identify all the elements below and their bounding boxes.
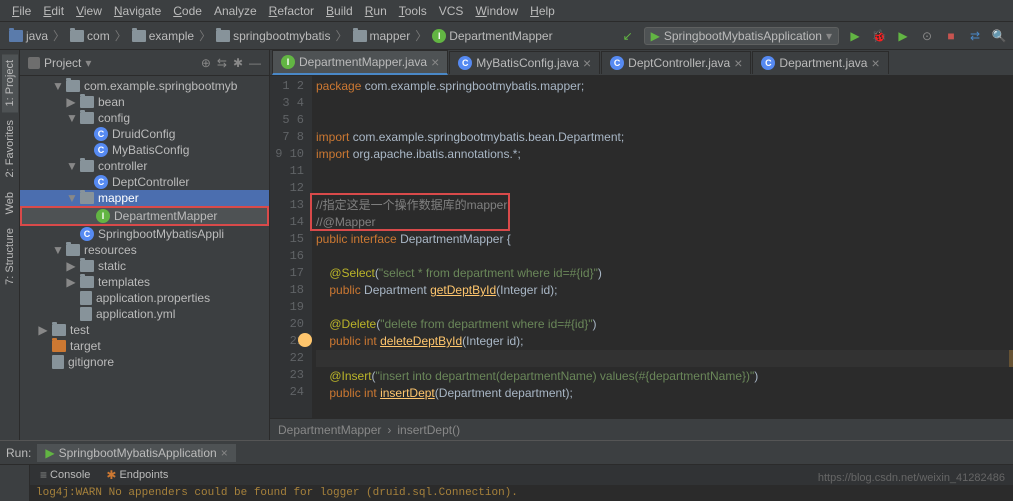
breadcrumb-mapper[interactable]: mapper: [350, 28, 414, 44]
close-icon[interactable]: ×: [583, 55, 591, 71]
tree-test[interactable]: ▶test: [20, 322, 269, 338]
sidebar-header: Project ▾ ⊕ ⇆ ✱ —: [20, 50, 269, 76]
console-output[interactable]: log4j:WARN No appenders could be found f…: [30, 485, 1013, 501]
menu-run[interactable]: Run: [359, 4, 393, 18]
search-icon[interactable]: 🔍: [991, 28, 1007, 44]
stop-icon[interactable]: ■: [943, 28, 959, 44]
tree-SpringbootMybatisAppli[interactable]: CSpringbootMybatisAppli: [20, 226, 269, 242]
tab-DeptController.java[interactable]: CDeptController.java×: [601, 51, 751, 74]
run-config-dropdown[interactable]: ▶ SpringbootMybatisApplication ▾: [644, 27, 839, 45]
tree-templates[interactable]: ▶templates: [20, 274, 269, 290]
tree-com.example.springbootmyb[interactable]: ▼com.example.springbootmyb: [20, 78, 269, 94]
editor-area: IDepartmentMapper.java×CMyBatisConfig.ja…: [270, 50, 1013, 440]
tab-DepartmentMapper.java[interactable]: IDepartmentMapper.java×: [272, 50, 448, 75]
build-icon[interactable]: ↙: [620, 28, 636, 44]
collapse-icon[interactable]: ⇆: [217, 56, 227, 70]
run-icon[interactable]: ▶: [847, 28, 863, 44]
sidebar-title[interactable]: Project ▾: [28, 56, 195, 70]
tab-MyBatisConfig.java[interactable]: CMyBatisConfig.java×: [449, 51, 600, 74]
lefttab-Web[interactable]: Web: [2, 186, 18, 220]
debug-icon[interactable]: 🐞: [871, 28, 887, 44]
tab-Department.java[interactable]: CDepartment.java×: [752, 51, 888, 74]
breadcrumb-com[interactable]: com: [67, 28, 113, 44]
close-icon[interactable]: ×: [871, 55, 879, 71]
coverage-icon[interactable]: ▶: [895, 28, 911, 44]
target-icon[interactable]: ⊕: [201, 56, 211, 70]
tree-controller[interactable]: ▼controller: [20, 158, 269, 174]
tree-mapper[interactable]: ▼mapper: [20, 190, 269, 206]
tree-DeptController[interactable]: CDeptController: [20, 174, 269, 190]
menu-help[interactable]: Help: [524, 4, 561, 18]
menu-code[interactable]: Code: [167, 4, 208, 18]
run-panel: Run: ▶ SpringbootMybatisApplication × ≡ …: [0, 440, 1013, 500]
gutter: 1 2 3 4 5 6 7 8 9 10 11 12 13 14 15 16 1…: [270, 76, 312, 418]
menu-navigate[interactable]: Navigate: [108, 4, 167, 18]
project-sidebar: Project ▾ ⊕ ⇆ ✱ — ▼com.example.springboo…: [20, 50, 270, 440]
tree-gitignore[interactable]: gitignore: [20, 354, 269, 370]
menu-refactor[interactable]: Refactor: [263, 4, 320, 18]
code-editor[interactable]: package com.example.springbootmybatis.ma…: [312, 76, 1013, 418]
breadcrumb-DepartmentMapper[interactable]: IDepartmentMapper: [429, 28, 555, 44]
tree-DruidConfig[interactable]: CDruidConfig: [20, 126, 269, 142]
close-icon[interactable]: ×: [734, 55, 742, 71]
breadcrumb-example[interactable]: example: [129, 28, 197, 44]
menubar: FileEditViewNavigateCodeAnalyzeRefactorB…: [0, 0, 1013, 22]
run-left-tools[interactable]: [0, 465, 30, 501]
navbar: java〉com〉example〉springbootmybatis〉mappe…: [0, 22, 1013, 50]
watermark: https://blog.csdn.net/weixin_41282486: [818, 472, 1005, 484]
run-config-label: SpringbootMybatisApplication: [664, 29, 822, 43]
breadcrumb-java[interactable]: java: [6, 28, 51, 44]
vcs-icon[interactable]: ⇄: [967, 28, 983, 44]
tree-application.properties[interactable]: application.properties: [20, 290, 269, 306]
breadcrumb-springbootmybatis[interactable]: springbootmybatis: [213, 28, 333, 44]
menu-window[interactable]: Window: [469, 4, 524, 18]
menu-file[interactable]: File: [6, 4, 37, 18]
tree-bean[interactable]: ▶bean: [20, 94, 269, 110]
menu-build[interactable]: Build: [320, 4, 359, 18]
gear-icon[interactable]: ✱: [233, 56, 243, 70]
close-icon[interactable]: ×: [431, 54, 439, 70]
run-label: Run:: [6, 446, 31, 460]
subtab-Endpoints[interactable]: ✱ Endpoints: [100, 465, 174, 485]
menu-tools[interactable]: Tools: [393, 4, 433, 18]
left-tool-strip: 1: Project 2: Favorites Web 7: Structure: [0, 50, 20, 440]
breadcrumb: java〉com〉example〉springbootmybatis〉mappe…: [6, 27, 616, 44]
hide-icon[interactable]: —: [249, 56, 261, 70]
tree-config[interactable]: ▼config: [20, 110, 269, 126]
tree-application.yml[interactable]: application.yml: [20, 306, 269, 322]
menu-view[interactable]: View: [70, 4, 108, 18]
tree-MyBatisConfig[interactable]: CMyBatisConfig: [20, 142, 269, 158]
editor-breadcrumb[interactable]: DepartmentMapper › insertDept(): [270, 418, 1013, 440]
subtab-Console[interactable]: ≡ Console: [34, 465, 96, 485]
menu-vcs[interactable]: VCS: [433, 4, 470, 18]
menu-analyze[interactable]: Analyze: [208, 4, 263, 18]
project-tree[interactable]: ▼com.example.springbootmyb▶bean▼configCD…: [20, 76, 269, 440]
lefttab-Favorites[interactable]: 2: Favorites: [2, 114, 18, 183]
menu-edit[interactable]: Edit: [37, 4, 70, 18]
tree-resources[interactable]: ▼resources: [20, 242, 269, 258]
tree-DepartmentMapper[interactable]: IDepartmentMapper: [20, 206, 269, 226]
editor-tabs: IDepartmentMapper.java×CMyBatisConfig.ja…: [270, 50, 1013, 76]
profile-icon[interactable]: ⊙: [919, 28, 935, 44]
lefttab-Project[interactable]: 1: Project: [2, 54, 18, 112]
run-app-tab[interactable]: ▶ SpringbootMybatisApplication ×: [37, 444, 235, 462]
toolbar-right: ↙ ▶ SpringbootMybatisApplication ▾ ▶ 🐞 ▶…: [620, 27, 1007, 45]
tree-target[interactable]: target: [20, 338, 269, 354]
lefttab-Structure[interactable]: 7: Structure: [2, 222, 18, 291]
tree-static[interactable]: ▶static: [20, 258, 269, 274]
